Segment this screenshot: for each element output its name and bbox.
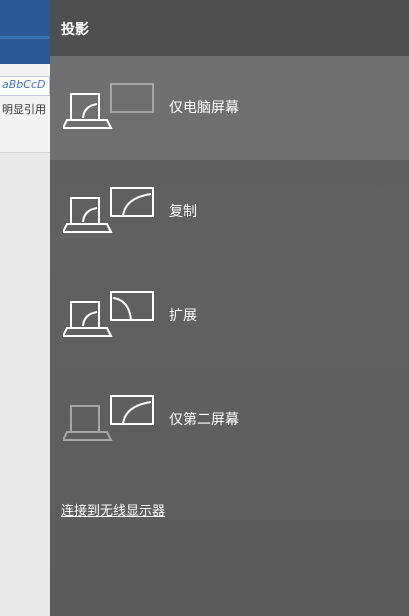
panel-header: 投影 [50, 0, 409, 56]
style-sample-text: aBbCcD [2, 78, 46, 91]
style-name-label: 明显引用 [2, 103, 46, 116]
background-app-window: aBbCcD 明显引用 [0, 0, 50, 616]
connect-wireless-display-link[interactable]: 连接到无线显示器 [61, 500, 165, 519]
option-label: 仅电脑屏幕 [169, 100, 239, 116]
option-label: 扩展 [169, 308, 197, 324]
option-duplicate[interactable]: 复制 [50, 160, 409, 264]
second-screen-only-icon [63, 395, 154, 441]
app-title-bar [0, 0, 50, 64]
option-label: 复制 [169, 204, 197, 220]
option-pc-screen-only[interactable]: 仅电脑屏幕 [50, 56, 409, 160]
option-extend[interactable]: 扩展 [50, 264, 409, 368]
option-label: 仅第二屏幕 [169, 412, 239, 428]
extend-icon [63, 291, 154, 337]
panel-title: 投影 [61, 22, 89, 38]
document-area [0, 153, 50, 616]
pc-screen-only-icon [63, 83, 154, 129]
duplicate-icon [63, 187, 154, 233]
project-panel: 投影 仅电脑屏幕 复制 扩展 仅第二屏幕 连接到无线显示器 [50, 0, 409, 616]
option-second-screen-only[interactable]: 仅第二屏幕 [50, 368, 409, 472]
